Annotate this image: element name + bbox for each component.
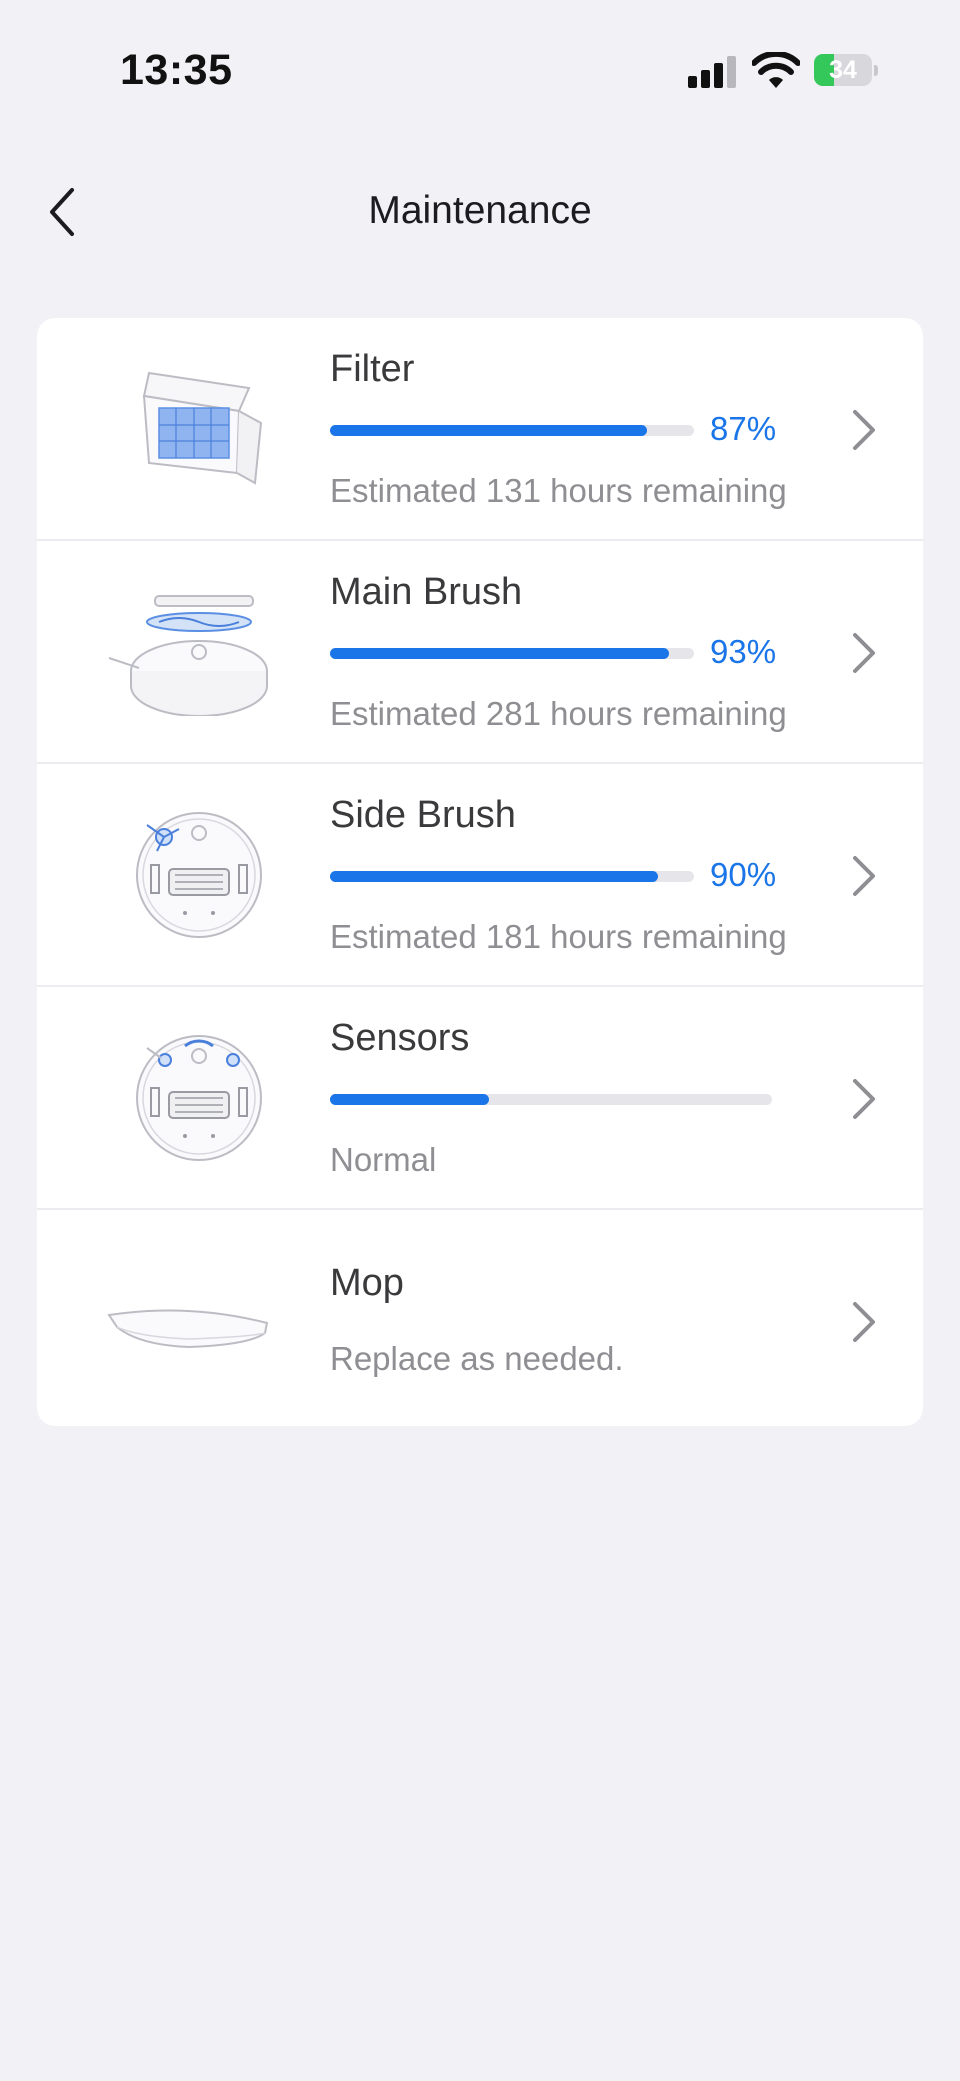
sensors-icon — [136, 1035, 262, 1161]
status-time: 13:35 — [120, 46, 233, 94]
battery-charging-icon: 34 — [814, 54, 878, 86]
list-item-filter[interactable]: Filter 87% Estimated 131 hours remaining — [37, 318, 923, 541]
wifi-icon — [752, 52, 800, 88]
item-subtitle: Estimated 281 hours remaining — [330, 695, 787, 732]
list-item-side-brush[interactable]: Side Brush 90% Estimated 181 hours remai… — [37, 764, 923, 987]
item-subtitle: Replace as needed. — [330, 1340, 624, 1377]
main-brush-icon — [108, 595, 268, 716]
progress-percent: 90% — [710, 856, 777, 893]
chevron-right-icon — [853, 410, 875, 450]
progress-bar — [330, 871, 694, 882]
chevron-right-icon — [853, 856, 875, 896]
chevron-right-icon — [853, 633, 875, 673]
filter-icon — [142, 371, 263, 485]
item-title: Side Brush — [330, 794, 516, 836]
chevron-right-icon — [853, 1302, 875, 1342]
progress-bar — [330, 425, 694, 436]
progress-bar — [330, 1094, 772, 1105]
mop-icon — [107, 1309, 269, 1349]
progress-bar — [330, 648, 694, 659]
battery-level: 34 — [829, 56, 857, 84]
item-title: Sensors — [330, 1017, 470, 1059]
list-item-main-brush[interactable]: Main Brush 93% Estimated 281 hours remai… — [37, 541, 923, 764]
page-title: Maintenance — [368, 189, 592, 232]
item-subtitle: Estimated 131 hours remaining — [330, 472, 787, 509]
item-title: Filter — [330, 348, 415, 390]
item-title: Main Brush — [330, 571, 523, 613]
item-title: Mop — [330, 1262, 404, 1304]
maintenance-list: Filter 87% Estimated 131 hours remaining… — [37, 318, 923, 1426]
item-subtitle: Estimated 181 hours remaining — [330, 918, 787, 955]
progress-percent: 93% — [710, 633, 777, 670]
list-item-mop[interactable]: Mop Replace as needed. — [37, 1210, 923, 1426]
chevron-right-icon — [853, 1079, 875, 1119]
status-bar: 13:35 34 — [0, 0, 960, 140]
item-subtitle: Normal — [330, 1141, 437, 1178]
side-brush-icon — [136, 812, 262, 938]
signal-icon — [688, 56, 740, 88]
progress-percent: 87% — [710, 410, 777, 447]
list-item-sensors[interactable]: Sensors Normal — [37, 987, 923, 1210]
